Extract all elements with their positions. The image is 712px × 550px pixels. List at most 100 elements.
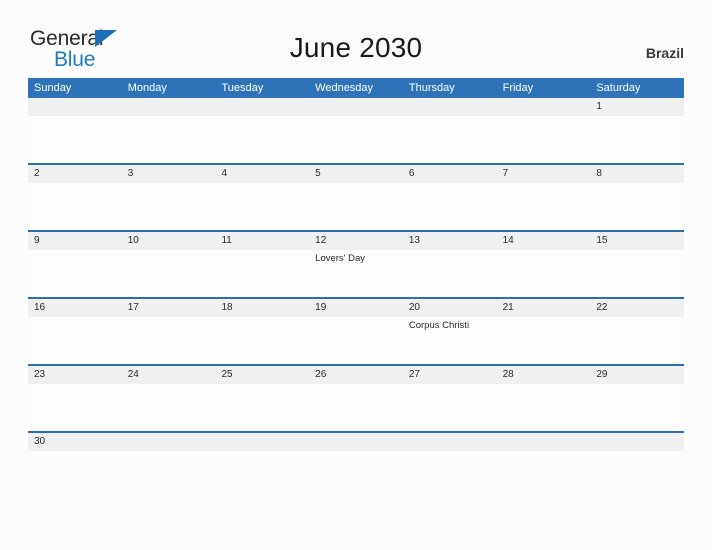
country-label: Brazil [645,45,684,61]
calendar-page: General Blue June 2030 Brazil Sunday Mond… [0,0,712,550]
day-cell-empty [28,116,122,163]
weekday-header-saturday: Saturday [596,82,641,94]
day-cell-25[interactable] [215,384,309,431]
day-cell-18[interactable] [215,317,309,364]
day-number-11[interactable]: 11 [215,232,309,250]
day-number-empty [215,433,309,451]
holiday-label: Lovers' Day [315,253,366,264]
day-cell-4[interactable] [215,183,309,230]
day-cell-7[interactable] [497,183,591,230]
calendar-week-row: 30 [28,433,684,457]
day-number-empty [497,98,591,116]
day-number-23[interactable]: 23 [28,366,122,384]
calendar-week-row: 23 24 25 26 27 28 29 [28,366,684,433]
day-number-20[interactable]: 20 [403,299,497,317]
day-cell-empty [122,116,216,163]
day-number-band: 2345678 [28,165,684,183]
day-cell-6[interactable] [403,183,497,230]
calendar-week-row: 1 [28,98,684,165]
day-number-empty [122,433,216,451]
day-number-1[interactable]: 1 [590,98,684,116]
day-number-empty [215,98,309,116]
day-number-empty [309,98,403,116]
day-number-16[interactable]: 16 [28,299,122,317]
day-number-empty [309,433,403,451]
day-number-30[interactable]: 30 [28,433,122,451]
day-number-21[interactable]: 21 [497,299,591,317]
day-number-empty [28,98,122,116]
day-cell-20[interactable]: Corpus Christi [403,317,497,364]
page-title: June 2030 [289,32,423,63]
day-number-13[interactable]: 13 [403,232,497,250]
day-cell-27[interactable] [403,384,497,431]
day-cell-21[interactable] [497,317,591,364]
weekday-header-thursday: Thursday [408,82,455,94]
day-cell-13[interactable] [403,250,497,297]
calendar-week-row: 2345678 [28,165,684,232]
day-number-26[interactable]: 26 [309,366,403,384]
day-cell-15[interactable] [590,250,684,297]
day-cell-1[interactable] [590,116,684,163]
day-event-band [28,183,684,230]
day-cell-10[interactable] [122,250,216,297]
day-number-25[interactable]: 25 [215,366,309,384]
day-cell-empty [403,116,497,163]
day-number-29[interactable]: 29 [590,366,684,384]
day-cell-29[interactable] [590,384,684,431]
day-cell-8[interactable] [590,183,684,230]
weekday-header-sunday: Sunday [34,82,72,94]
day-number-band: 23 24 25 26 27 28 29 [28,366,684,384]
day-number-18[interactable]: 18 [215,299,309,317]
day-number-15[interactable]: 15 [590,232,684,250]
day-cell-empty [309,116,403,163]
day-event-band: Corpus Christi [28,317,684,364]
day-cell-12[interactable]: Lovers' Day [309,250,403,297]
day-cell-3[interactable] [122,183,216,230]
day-cell-17[interactable] [122,317,216,364]
day-number-10[interactable]: 10 [122,232,216,250]
day-number-24[interactable]: 24 [122,366,216,384]
day-number-empty [497,433,591,451]
day-cell-19[interactable] [309,317,403,364]
day-number-22[interactable]: 22 [590,299,684,317]
day-cell-23[interactable] [28,384,122,431]
day-cell-2[interactable] [28,183,122,230]
day-number-9[interactable]: 9 [28,232,122,250]
day-number-7[interactable]: 7 [497,165,591,183]
day-number-5[interactable]: 5 [309,165,403,183]
calendar-week-row: 16 17 18 19 20 21 22 Corpus Christi [28,299,684,366]
day-event-band: Lovers' Day [28,250,684,297]
day-number-17[interactable]: 17 [122,299,216,317]
day-number-8[interactable]: 8 [590,165,684,183]
day-cell-9[interactable] [28,250,122,297]
day-number-empty [403,433,497,451]
weekday-header-friday: Friday [502,82,534,94]
day-number-28[interactable]: 28 [497,366,591,384]
day-cell-11[interactable] [215,250,309,297]
weekday-header-row: Sunday Monday Tuesday Wednesday Thursday Frid… [28,78,684,98]
day-cell-26[interactable] [309,384,403,431]
day-number-6[interactable]: 6 [403,165,497,183]
day-cell-16[interactable] [28,317,122,364]
day-number-band: 9 10 11 12 13 14 15 [28,232,684,250]
day-cell-28[interactable] [497,384,591,431]
day-number-14[interactable]: 14 [497,232,591,250]
calendar-grid: Sunday Monday Tuesday Wednesday Thursday Frid… [28,78,684,457]
day-number-19[interactable]: 19 [309,299,403,317]
page-header: General Blue June 2030 Brazil [0,0,712,78]
day-cell-14[interactable] [497,250,591,297]
day-cell-24[interactable] [122,384,216,431]
day-number-27[interactable]: 27 [403,366,497,384]
day-number-band: 1 [28,98,684,116]
day-cell-5[interactable] [309,183,403,230]
day-number-3[interactable]: 3 [122,165,216,183]
day-number-4[interactable]: 4 [215,165,309,183]
day-number-12[interactable]: 12 [309,232,403,250]
weekday-header-tuesday: Tuesday [221,82,264,94]
day-number-empty [590,433,684,451]
day-cell-22[interactable] [590,317,684,364]
day-number-2[interactable]: 2 [28,165,122,183]
day-number-empty [403,98,497,116]
day-number-band: 30 [28,433,684,451]
calendar-week-row: 9 10 11 12 13 14 15 Lovers' Day [28,232,684,299]
